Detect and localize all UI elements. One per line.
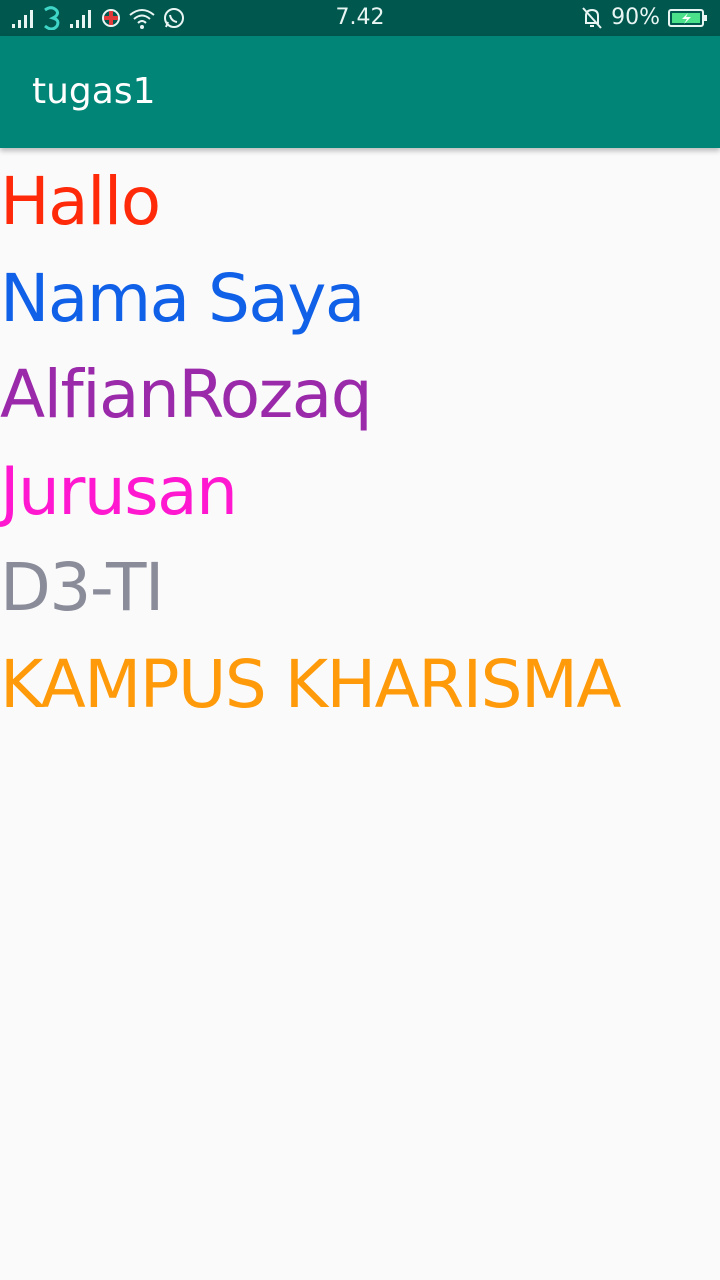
battery-charging-icon [668, 9, 707, 27]
app-bar: tugas1 [0, 36, 720, 148]
text-jurusan: Jurusan [0, 452, 238, 530]
status-bar: 7.42 90% [0, 0, 720, 36]
app-title: tugas1 [32, 71, 156, 112]
mute-bell-icon [582, 7, 602, 29]
text-nama-saya: Nama Saya [0, 259, 365, 337]
text-department: D3-TI [0, 549, 164, 626]
text-campus: KAMPUS KHARISMA [0, 645, 622, 723]
battery-percent: 90% [611, 5, 660, 30]
text-hallo: Hallo [0, 163, 161, 240]
text-name: AlfianRozaq [0, 356, 373, 433]
main-content: Hallo Nama Saya AlfianRozaq Jurusan D3-T… [0, 154, 720, 733]
status-right-icons: 90% [581, 6, 708, 30]
